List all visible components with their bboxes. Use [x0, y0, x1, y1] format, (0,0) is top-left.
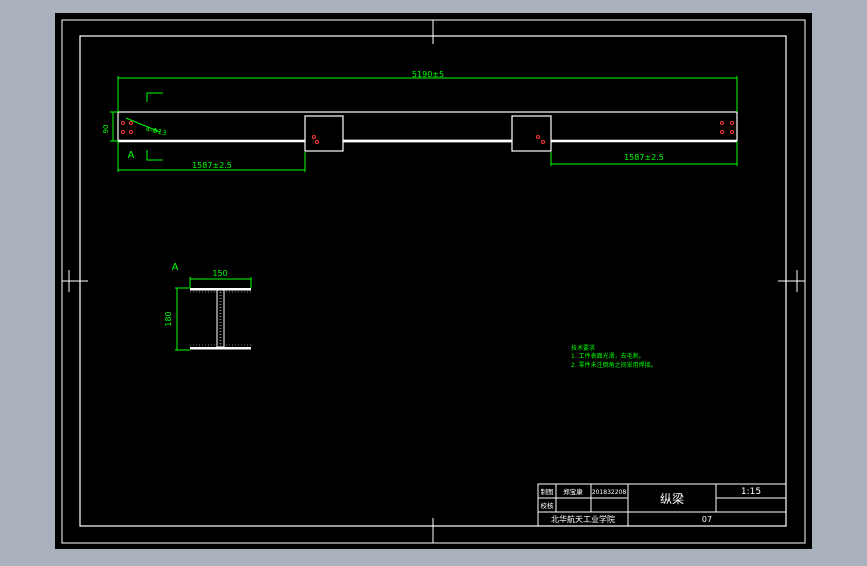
title-scale: 1:15 — [741, 487, 761, 497]
overall-length-text: 5190±5 — [412, 70, 444, 79]
title-part-name: 纵梁 — [660, 491, 684, 506]
title-role-checked: 校核 — [541, 501, 555, 510]
right-cross-member-notch — [511, 115, 552, 152]
section-marker-label: A — [128, 150, 135, 161]
section-view-label: A — [172, 262, 179, 273]
title-drawer-name: 郑宝康 — [563, 487, 583, 496]
title-drawing-number: 07 — [702, 515, 712, 524]
title-student-id: 201832208 — [592, 489, 627, 496]
notes-heading: 技术要求 — [571, 344, 595, 352]
title-role-drawn: 制图 — [541, 487, 554, 496]
notes-line-1: 1. 工件表面光滑，去毛刺。 — [571, 352, 645, 360]
drawing-canvas: 5190±5 1587±2.5 1587±2.5 90 4-Φ13 A A 15… — [55, 13, 812, 549]
cad-viewport[interactable]: 5190±5 1587±2.5 1587±2.5 90 4-Φ13 A A 15… — [0, 0, 867, 562]
drawing-sheet — [55, 13, 812, 549]
section-height-text: 180 — [164, 311, 173, 326]
left-cross-member-notch — [304, 115, 344, 152]
right-segment-text: 1587±2.5 — [624, 153, 664, 162]
notes-line-2: 2. 零件未注倒角之间采用焊接。 — [571, 361, 657, 369]
title-school: 北华航天工业学院 — [551, 514, 615, 524]
height-dim-text: 90 — [102, 125, 110, 134]
section-width-text: 150 — [212, 269, 227, 278]
left-segment-text: 1587±2.5 — [192, 161, 232, 170]
